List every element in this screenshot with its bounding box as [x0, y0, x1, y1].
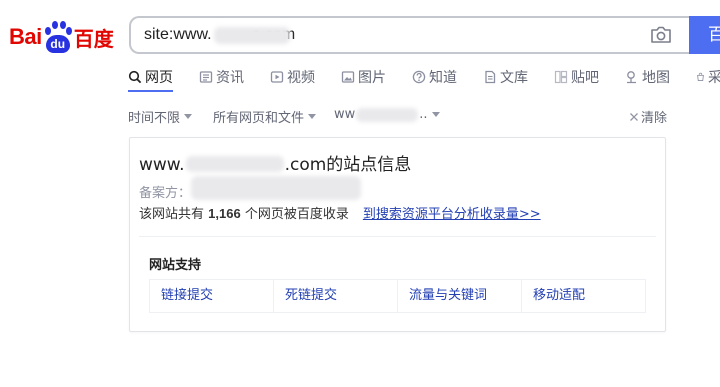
tab-video[interactable]: 视频	[270, 66, 341, 88]
tab-map[interactable]: 地图	[625, 66, 696, 88]
tab-images[interactable]: 图片	[341, 66, 412, 88]
search-filters: 时间不限 所有网页和文件 ww .. 清除	[128, 107, 668, 126]
clear-filters-button[interactable]: 清除	[629, 107, 667, 126]
document-icon	[485, 70, 496, 84]
filter-filetype-label: 所有网页和文件	[213, 111, 305, 126]
dead-link-submit-link[interactable]: 死链提交	[274, 280, 398, 312]
caret-down-icon	[308, 114, 317, 119]
tab-label: 采	[708, 70, 720, 86]
site-info-card: www. .com的站点信息 备案方： 该网站共有 1,166 个网页被百度收录到…	[129, 137, 666, 332]
traffic-keywords-link[interactable]: 流量与关键词	[398, 280, 522, 312]
card-title-suffix: .com的站点信息	[284, 155, 412, 175]
redaction-mask	[356, 107, 419, 122]
card-title: www. .com的站点信息	[139, 150, 411, 175]
tab-label: 网页	[145, 70, 173, 86]
shopping-icon	[697, 72, 704, 81]
filter-filetype[interactable]: 所有网页和文件	[213, 107, 317, 126]
tab-label: 地图	[642, 70, 670, 86]
divider	[139, 236, 656, 237]
stats-suffix: 个网页被百度收录	[240, 207, 349, 222]
beian-info: 备案方：	[139, 176, 361, 201]
tab-label: 图片	[358, 70, 386, 86]
tab-shopping[interactable]: 采	[696, 66, 720, 88]
tab-wenku[interactable]: 文库	[483, 66, 554, 88]
tab-label: 资讯	[216, 70, 244, 86]
tieba-icon	[554, 70, 568, 84]
news-icon	[199, 71, 213, 83]
filter-time[interactable]: 时间不限	[128, 107, 193, 126]
redaction-mask	[185, 156, 284, 172]
redaction-mask	[214, 27, 290, 44]
baidu-logo[interactable]: Bai du 百度	[9, 19, 114, 55]
tab-label: 知道	[429, 70, 457, 86]
search-tabs: 网页 资讯 视频 图片 知道 文库 贴吧 地图 采	[128, 66, 720, 90]
tab-label: 文库	[500, 70, 528, 86]
image-icon	[341, 71, 355, 83]
tab-tieba[interactable]: 贴吧	[554, 66, 625, 88]
logo-text-bai: Bai	[9, 24, 42, 49]
tab-news[interactable]: 资讯	[199, 66, 270, 88]
tab-zhidao[interactable]: 知道	[412, 66, 483, 88]
tab-web[interactable]: 网页	[128, 66, 199, 88]
logo-text-du: du	[45, 35, 70, 53]
question-icon	[412, 70, 426, 84]
card-title-prefix: www.	[139, 155, 185, 175]
search-box	[129, 16, 689, 54]
video-icon	[270, 71, 284, 83]
active-tab-indicator	[128, 90, 173, 92]
filter-site-suffix: ..	[419, 107, 428, 122]
logo-text-cn: 百度	[73, 26, 114, 51]
support-title: 网站支持	[149, 258, 202, 273]
search-button[interactable]: 百	[689, 16, 720, 54]
close-icon	[630, 112, 638, 121]
redaction-mask	[191, 176, 361, 200]
support-links: 链接提交 死链提交 流量与关键词 移动适配	[149, 279, 646, 313]
resource-platform-link[interactable]: 到搜索资源平台分析收录量>>	[363, 207, 541, 222]
paw-icon: du	[43, 21, 73, 53]
stats-prefix: 该网站共有	[139, 207, 209, 222]
map-icon	[627, 71, 636, 84]
indexed-count: 1,166	[208, 206, 241, 221]
mobile-adaptation-link[interactable]: 移动适配	[522, 280, 645, 312]
index-stats: 该网站共有 1,166 个网页被百度收录 到搜索资源平台分析收录量>>	[139, 203, 541, 222]
camera-icon[interactable]	[650, 26, 672, 44]
tab-label: 视频	[287, 70, 315, 86]
link-submit-link[interactable]: 链接提交	[150, 280, 274, 312]
filter-time-label: 时间不限	[128, 111, 181, 126]
beian-label: 备案方：	[139, 186, 192, 201]
search-icon	[128, 70, 142, 84]
filter-site-label: ww	[334, 107, 356, 122]
filter-site[interactable]: ww ..	[334, 107, 440, 122]
clear-label: 清除	[641, 111, 668, 126]
tab-label: 贴吧	[571, 70, 599, 86]
caret-down-icon	[184, 114, 193, 119]
caret-down-icon	[431, 112, 440, 117]
